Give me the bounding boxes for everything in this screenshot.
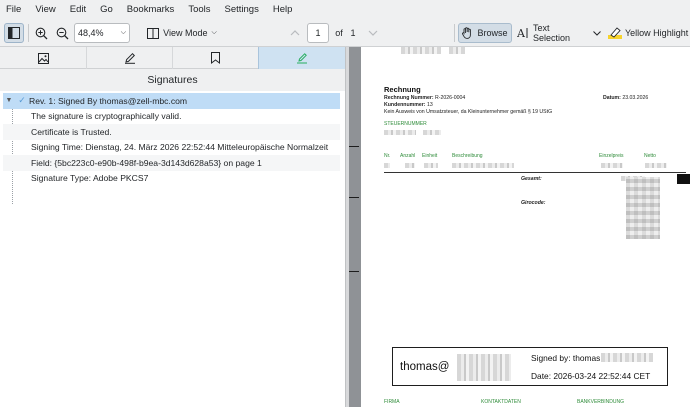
- signatures-panel: Signatures ▼ ✓ Rev. 1: Signed By thomas@…: [0, 69, 345, 407]
- signatures-icon: [297, 53, 307, 64]
- redacted-signature-name: [457, 354, 511, 381]
- yellow-highlight-label: Yellow Highlight: [625, 28, 689, 38]
- sidebar-tab-bar: [0, 47, 345, 69]
- column-beschreibung: Beschreibung: [452, 153, 483, 159]
- column-einheit: Einheit: [422, 153, 438, 159]
- zoom-in-icon: [35, 27, 47, 39]
- page-total-label: 1: [350, 28, 356, 38]
- zoom-value: 48,4%: [78, 28, 104, 38]
- signature-detail-row[interactable]: Signature Type: Adobe PKCS7: [3, 171, 340, 187]
- hand-icon: [462, 27, 472, 39]
- chevron-down-icon: ⌵: [120, 29, 126, 36]
- date-label: Datum:: [603, 95, 621, 101]
- sidebar-toggle-button[interactable]: [4, 23, 24, 43]
- menu-bar: File View Edit Go Bookmarks Tools Settin…: [0, 0, 690, 19]
- highlighter-icon: [608, 27, 622, 39]
- text-selection-tool-button[interactable]: A Text Selection: [517, 23, 589, 43]
- signature-tree: ▼ ✓ Rev. 1: Signed By thomas@zell-mbc.co…: [3, 93, 340, 204]
- signature-validity-text: The signature is cryptographically valid…: [31, 111, 182, 122]
- menu-view[interactable]: View: [35, 4, 55, 15]
- main-toolbar: 48,4% ⌵ View Mode ⌵ 1 of 1 Browse A Text…: [0, 19, 690, 47]
- chevron-down-icon: [368, 30, 378, 36]
- menu-go[interactable]: Go: [100, 4, 113, 15]
- text-cursor-icon: A: [517, 27, 528, 39]
- signature-valid-check-icon: ✓: [18, 95, 26, 106]
- page-number-input[interactable]: 1: [307, 23, 329, 43]
- menu-help[interactable]: Help: [273, 4, 293, 15]
- tab-annotations[interactable]: [86, 47, 172, 69]
- invoice-date: 23.03.2026: [622, 95, 649, 101]
- invoice-title: Rechnung: [384, 85, 421, 94]
- signature-detail-row[interactable]: Field: {5bc223c0-e90b-498f-b9ea-3d143d62…: [3, 155, 340, 171]
- signature-field-text: Field: {5bc223c0-e90b-498f-b9ea-3d143d62…: [31, 157, 262, 168]
- text-selection-label: Text Selection: [533, 23, 571, 43]
- column-einzelpreis: Einzelpreis: [599, 153, 624, 159]
- annotation-tool-dropdown[interactable]: [592, 23, 602, 43]
- annotations-icon: [124, 52, 135, 64]
- signature-detail-row[interactable]: The signature is cryptographically valid…: [3, 109, 340, 125]
- tab-signatures[interactable]: [258, 47, 345, 69]
- column-netto: Netto: [644, 153, 656, 159]
- signature-date-text: Date: 2026-03-24 22:52:44 CET: [531, 371, 651, 381]
- signed-by-text: Signed by: thomas: [531, 353, 601, 363]
- total-label: Gesamt:: [521, 176, 542, 182]
- menu-edit[interactable]: Edit: [70, 4, 86, 15]
- tax-id-label: STEUERNUMMER: [384, 121, 427, 127]
- bookmarks-icon: [211, 52, 220, 64]
- zoom-in-button[interactable]: [32, 23, 50, 43]
- signature-detail-row[interactable]: Certificate is Trusted.: [3, 124, 340, 140]
- zoom-out-button[interactable]: [53, 23, 71, 43]
- girocode-image: [626, 177, 660, 239]
- girocode-label: Girocode:: [521, 200, 546, 206]
- redacted-signer: [601, 353, 653, 362]
- signature-field-box[interactable]: thomas@ Signed by: thomas Date: 2026-03-…: [392, 347, 668, 386]
- tab-thumbnails[interactable]: [0, 47, 86, 69]
- document-view[interactable]: Rechnung Rechnung Nummer: R-2026-0004 Ku…: [349, 47, 690, 407]
- previous-page-button[interactable]: [288, 23, 302, 43]
- expand-arrow-icon[interactable]: ▼: [3, 97, 15, 104]
- footer-kontaktdaten: KONTAKTDATEN: [481, 399, 521, 405]
- customer-number-label: Kundennummer:: [384, 102, 426, 108]
- zoom-out-icon: [56, 27, 68, 39]
- menu-settings[interactable]: Settings: [225, 4, 259, 15]
- invoice-number: R-2026-0004: [435, 95, 466, 101]
- zoom-combobox[interactable]: 48,4% ⌵: [74, 23, 130, 43]
- menu-tools[interactable]: Tools: [188, 4, 210, 15]
- column-nr: Nr.: [384, 153, 391, 159]
- menu-bookmarks[interactable]: Bookmarks: [127, 4, 175, 15]
- panel-title: Signatures: [0, 69, 345, 91]
- yellow-highlight-button[interactable]: Yellow Highlight: [608, 23, 690, 43]
- browse-label: Browse: [477, 28, 508, 38]
- menu-file[interactable]: File: [6, 4, 21, 15]
- signing-time-text: Signing Time: Dienstag, 24. März 2026 22…: [31, 142, 329, 153]
- thumbnails-icon: [37, 52, 49, 64]
- certificate-trust-text: Certificate is Trusted.: [31, 126, 112, 137]
- tab-bookmarks[interactable]: [172, 47, 258, 69]
- view-mode-label: View Mode: [163, 28, 208, 38]
- pdf-page: Rechnung Rechnung Nummer: R-2026-0004 Ku…: [361, 47, 690, 407]
- signature-type-text: Signature Type: Adobe PKCS7: [31, 173, 149, 184]
- footer-bankverbindung: BANKVERBINDUNG: [577, 399, 624, 405]
- view-mode-button[interactable]: View Mode ⌵: [136, 23, 228, 43]
- footer-firma: FIRMA: [384, 399, 400, 405]
- svg-text:A: A: [517, 27, 526, 39]
- chevron-down-icon: [593, 30, 601, 36]
- signature-revision-label: Rev. 1: Signed By thomas@zell-mbc.com: [29, 95, 188, 106]
- view-mode-icon: [147, 27, 160, 39]
- signature-detail-row[interactable]: Signing Time: Dienstag, 24. März 2026 22…: [3, 140, 340, 156]
- tax-note: Kein Ausweis von Umsatzsteuer, da Kleinu…: [384, 109, 553, 115]
- signature-name: thomas@: [400, 361, 450, 373]
- chevron-up-icon: [290, 30, 300, 36]
- column-anzahl: Anzahl: [400, 153, 416, 159]
- customer-number: 13: [426, 102, 433, 108]
- browse-tool-button[interactable]: Browse: [458, 23, 512, 43]
- page-of-label: of: [335, 28, 343, 38]
- page-margin-ruler: [349, 47, 361, 407]
- invoice-number-label: Rechnung Nummer:: [384, 95, 434, 101]
- next-page-button[interactable]: [366, 23, 380, 43]
- sidebar-icon: [8, 27, 20, 39]
- signature-revision-row[interactable]: ▼ ✓ Rev. 1: Signed By thomas@zell-mbc.co…: [3, 93, 340, 109]
- chevron-down-icon: ⌵: [211, 29, 217, 36]
